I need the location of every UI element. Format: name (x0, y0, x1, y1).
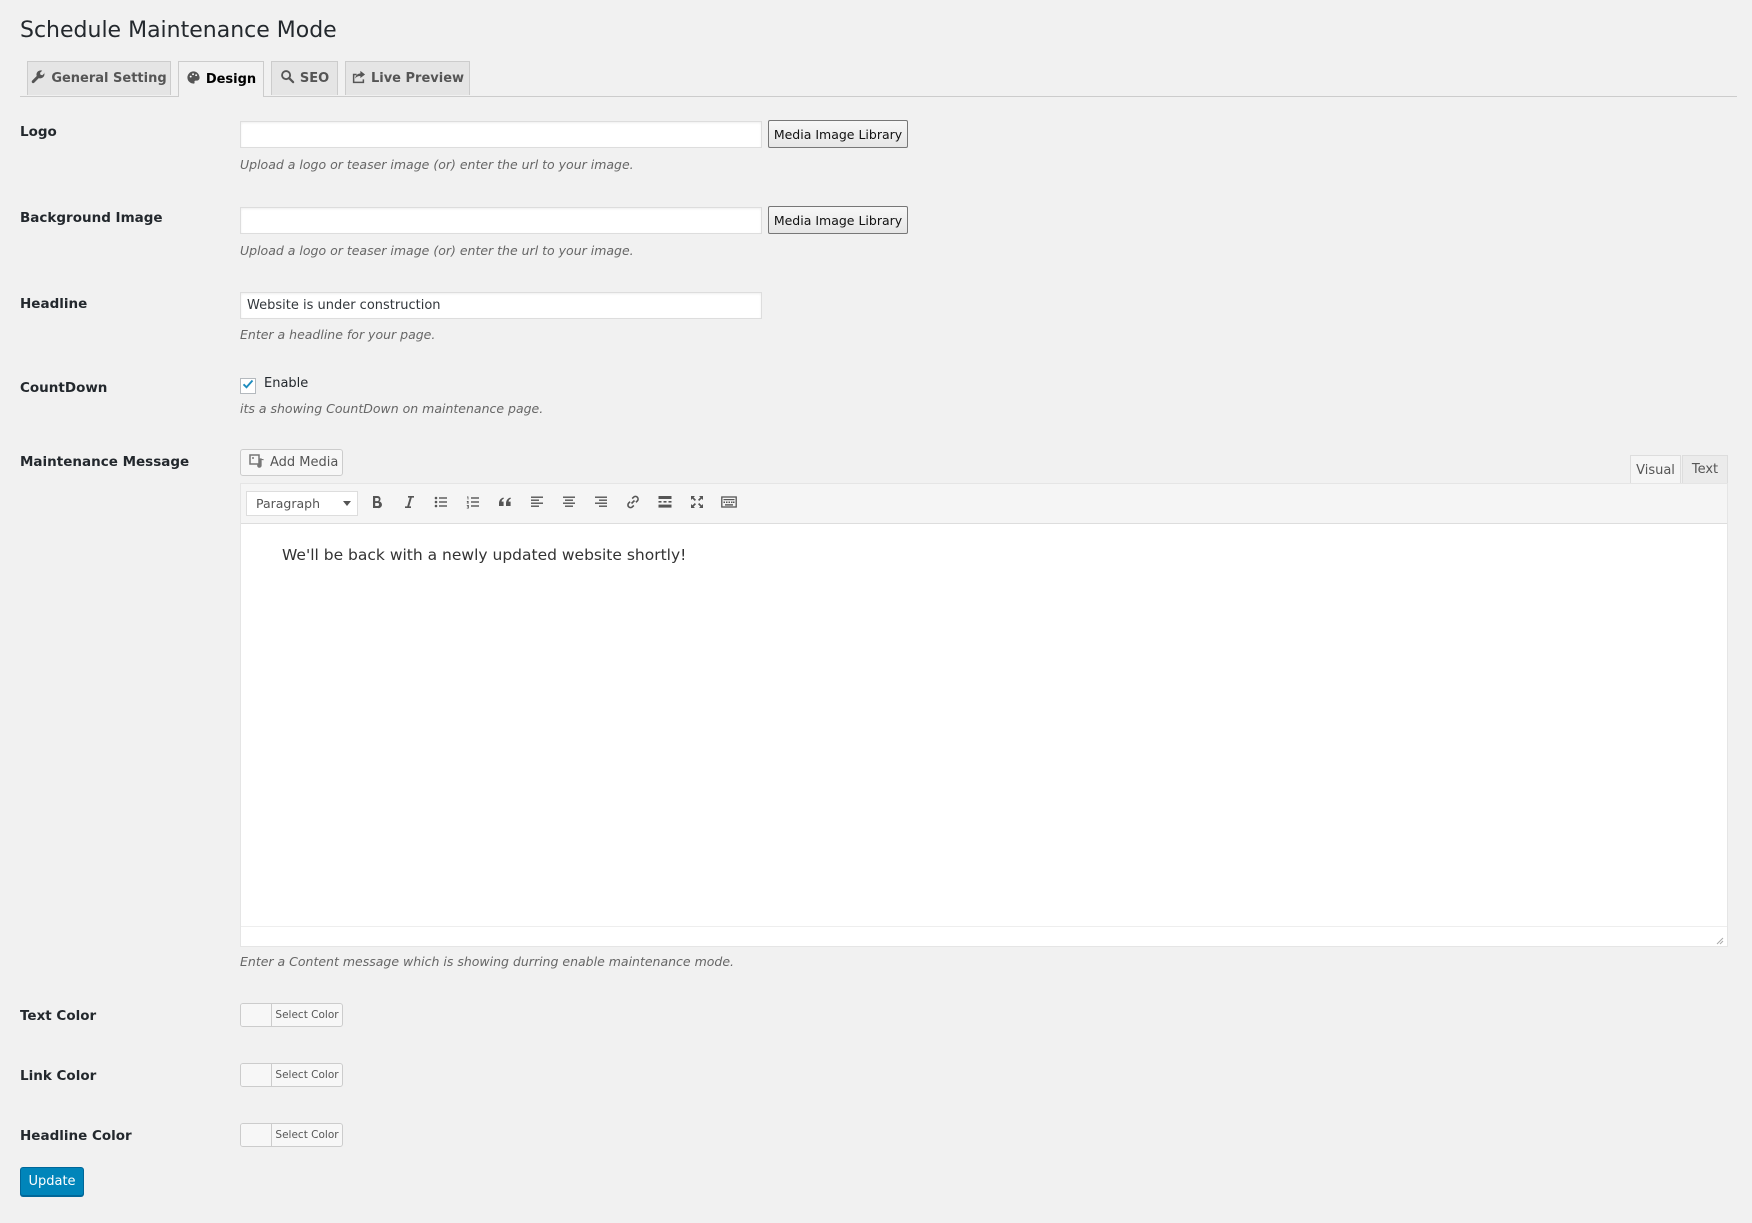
background-description: Upload a logo or teaser image (or) enter… (240, 243, 634, 258)
logo-label: Logo (20, 124, 57, 140)
align-center-button[interactable] (556, 492, 582, 516)
resize-handle-icon[interactable] (1714, 933, 1724, 945)
bold-button[interactable] (364, 492, 390, 516)
tab-label: Live Preview (370, 71, 465, 86)
insert-link-button[interactable] (620, 492, 646, 516)
logo-input[interactable] (240, 121, 762, 148)
add-media-button[interactable]: Add Media (240, 449, 343, 476)
color-swatch (241, 1124, 272, 1146)
media-icon (249, 453, 265, 473)
tab-visual[interactable]: Visual (1630, 455, 1681, 484)
chevron-down-icon (343, 501, 351, 506)
editor-statusbar (241, 926, 1727, 946)
tab-design[interactable]: Design (178, 61, 264, 97)
link-color-label: Link Color (20, 1068, 97, 1084)
headline-color-picker[interactable]: Select Color (240, 1123, 343, 1147)
update-button[interactable]: Update (20, 1167, 84, 1196)
background-image-label: Background Image (20, 210, 163, 226)
bullet-list-icon (433, 494, 449, 514)
select-color-label: Select Color (275, 1069, 339, 1081)
text-color-picker[interactable]: Select Color (240, 1003, 343, 1027)
tabs-divider (20, 96, 1737, 97)
align-left-icon (529, 494, 545, 514)
align-right-button[interactable] (588, 492, 614, 516)
tab-label: General Setting (51, 71, 167, 86)
search-icon (280, 69, 295, 88)
select-color-label: Select Color (275, 1129, 339, 1141)
maintenance-message-description: Enter a Content message which is showing… (240, 954, 735, 969)
tab-live-preview[interactable]: Live Preview (345, 61, 470, 95)
bold-icon (369, 494, 385, 514)
format-select[interactable]: Paragraph (246, 491, 358, 516)
countdown-checkbox[interactable] (240, 378, 256, 394)
blockquote-button[interactable] (492, 492, 518, 516)
fullscreen-icon (689, 494, 705, 514)
text-color-label: Text Color (20, 1008, 97, 1024)
select-color-label: Select Color (275, 1009, 339, 1021)
read-more-button[interactable] (652, 492, 678, 516)
color-swatch (241, 1064, 272, 1086)
italic-icon (401, 494, 417, 514)
headline-description: Enter a headline for your page. (240, 327, 436, 342)
add-media-label: Add Media (270, 455, 339, 470)
background-media-button[interactable]: Media Image Library (768, 206, 908, 234)
background-image-input[interactable] (240, 207, 762, 234)
tab-text[interactable]: Text (1682, 455, 1728, 483)
wrench-icon (31, 69, 46, 88)
toolbar-toggle-button[interactable] (716, 492, 742, 516)
tab-label: SEO (299, 71, 330, 86)
align-center-icon (561, 494, 577, 514)
tab-seo[interactable]: SEO (271, 61, 338, 95)
align-left-button[interactable] (524, 492, 550, 516)
page-title: Schedule Maintenance Mode (20, 18, 337, 43)
quote-icon (497, 494, 513, 514)
link-icon (625, 494, 641, 514)
format-select-value: Paragraph (256, 496, 321, 511)
color-swatch (241, 1004, 272, 1026)
tab-general-setting[interactable]: General Setting (27, 61, 171, 95)
italic-button[interactable] (396, 492, 422, 516)
link-color-picker[interactable]: Select Color (240, 1063, 343, 1087)
numbered-list-button[interactable] (460, 492, 486, 516)
countdown-description: its a showing CountDown on maintenance p… (240, 401, 544, 416)
read-more-icon (657, 494, 673, 514)
maintenance-message-label: Maintenance Message (20, 454, 190, 470)
countdown-label: CountDown (20, 380, 108, 396)
countdown-enable-label[interactable]: Enable (264, 376, 308, 391)
editor-content[interactable]: We'll be back with a newly updated websi… (282, 546, 686, 564)
bullet-list-button[interactable] (428, 492, 454, 516)
logo-media-button[interactable]: Media Image Library (768, 120, 908, 148)
keyboard-icon (721, 494, 737, 514)
checkmark-icon (242, 378, 254, 394)
palette-icon (186, 70, 201, 89)
logo-description: Upload a logo or teaser image (or) enter… (240, 157, 634, 172)
headline-label: Headline (20, 296, 88, 312)
fullscreen-button[interactable] (684, 492, 710, 516)
share-icon (351, 69, 366, 88)
numbered-list-icon (465, 494, 481, 514)
tab-label: Design (205, 72, 257, 87)
headline-input[interactable] (240, 292, 762, 319)
headline-color-label: Headline Color (20, 1128, 132, 1144)
align-right-icon (593, 494, 609, 514)
